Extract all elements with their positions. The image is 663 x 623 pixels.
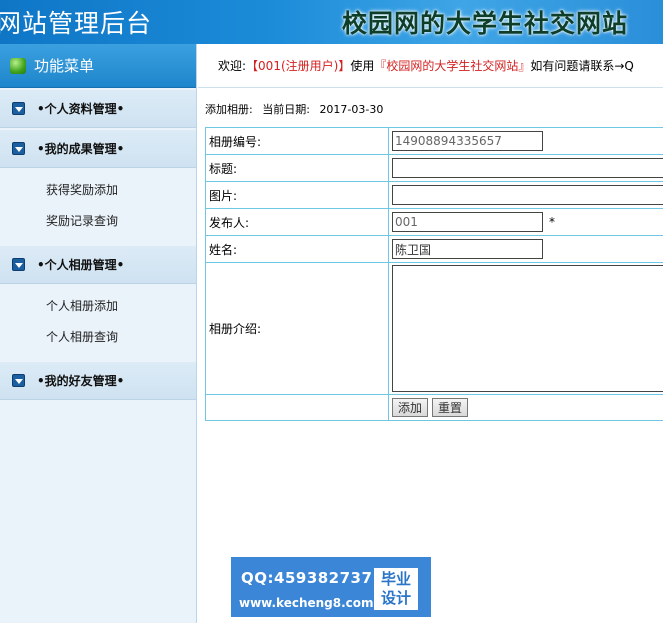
sidebar-group-label: •我的成果管理•	[37, 142, 125, 156]
admin-title: 网站管理后台	[0, 9, 153, 38]
sidebar: 功能菜单 •个人资料管理• •我的成果管理• 获得奖励添加 奖励记录查询 •个人…	[0, 44, 197, 623]
expand-arrow-icon	[12, 142, 25, 155]
title-input[interactable]	[392, 158, 663, 178]
sidebar-item-award-add[interactable]: 获得奖励添加	[0, 175, 196, 206]
name-input[interactable]	[392, 239, 543, 259]
current-date: 2017-03-30	[319, 103, 384, 116]
menu-title: 功能菜单	[34, 57, 95, 75]
sidebar-group-achievements[interactable]: •我的成果管理•	[0, 130, 196, 168]
title-label: 标题:	[205, 154, 389, 182]
site-title: 校园网的大学生社交网站	[342, 9, 629, 38]
watermark-qq: QQ:459382737	[241, 569, 373, 587]
breadcrumb: 添加相册: 当前日期: 2017-03-30	[205, 101, 389, 117]
intro-textarea[interactable]	[392, 265, 663, 392]
menu-header: 功能菜单	[0, 44, 196, 88]
reset-button[interactable]: 重置	[432, 398, 469, 417]
sidebar-item-award-query[interactable]: 奖励记录查询	[0, 206, 196, 237]
sidebar-group-label: •我的好友管理•	[37, 374, 125, 388]
header-banner: 网站管理后台 校园网的大学生社交网站	[0, 0, 663, 44]
date-label: 当前日期:	[262, 103, 310, 116]
watermark: QQ:459382737 www.kecheng8.com 毕业 设计	[231, 557, 431, 617]
expand-arrow-icon	[12, 374, 25, 387]
add-button[interactable]: 添加	[392, 398, 429, 417]
publisher-label: 发布人:	[205, 208, 389, 236]
expand-arrow-icon	[12, 258, 25, 271]
name-label: 姓名:	[205, 235, 389, 263]
sidebar-group-label: •个人相册管理•	[37, 258, 125, 272]
sidebar-group-label: •个人资料管理•	[37, 102, 125, 116]
album-form: 相册编号: 标题: 图片: 发布人: * 姓名: 相册介绍: 添加重置	[205, 127, 663, 421]
badge-line2: 设计	[380, 589, 411, 607]
intro-label: 相册介绍:	[205, 262, 389, 395]
album-id-label: 相册编号:	[205, 127, 389, 155]
welcome-suffix: 如有问题请联系→Q	[530, 59, 634, 73]
sidebar-item-album-query[interactable]: 个人相册查询	[0, 322, 196, 353]
watermark-badge: 毕业 设计	[374, 568, 418, 610]
sidebar-group-profile[interactable]: •个人资料管理•	[0, 90, 196, 128]
welcome-user: 【001(注册用户)】	[246, 59, 351, 73]
publisher-input[interactable]	[392, 212, 543, 232]
sidebar-item-album-add[interactable]: 个人相册添加	[0, 291, 196, 322]
watermark-url: www.kecheng8.com	[239, 596, 374, 610]
cube-icon	[10, 57, 26, 74]
welcome-bar: 欢迎:【001(注册用户)】使用『校园网的大学生社交网站』如有问题请联系→Q	[198, 44, 663, 88]
image-input[interactable]	[392, 185, 663, 205]
welcome-middle: 使用	[350, 59, 375, 73]
breadcrumb-action: 添加相册:	[205, 103, 253, 116]
expand-arrow-icon	[12, 102, 25, 115]
sidebar-group-friends[interactable]: •我的好友管理•	[0, 362, 196, 400]
welcome-prefix: 欢迎:	[218, 59, 247, 73]
buttons-label-cell	[205, 394, 389, 421]
sidebar-group-album[interactable]: •个人相册管理•	[0, 246, 196, 284]
badge-line1: 毕业	[380, 570, 411, 588]
image-label: 图片:	[205, 181, 389, 209]
required-mark: *	[549, 215, 555, 229]
album-id-input[interactable]	[392, 131, 543, 151]
welcome-site: 『校园网的大学生社交网站』	[374, 59, 531, 73]
